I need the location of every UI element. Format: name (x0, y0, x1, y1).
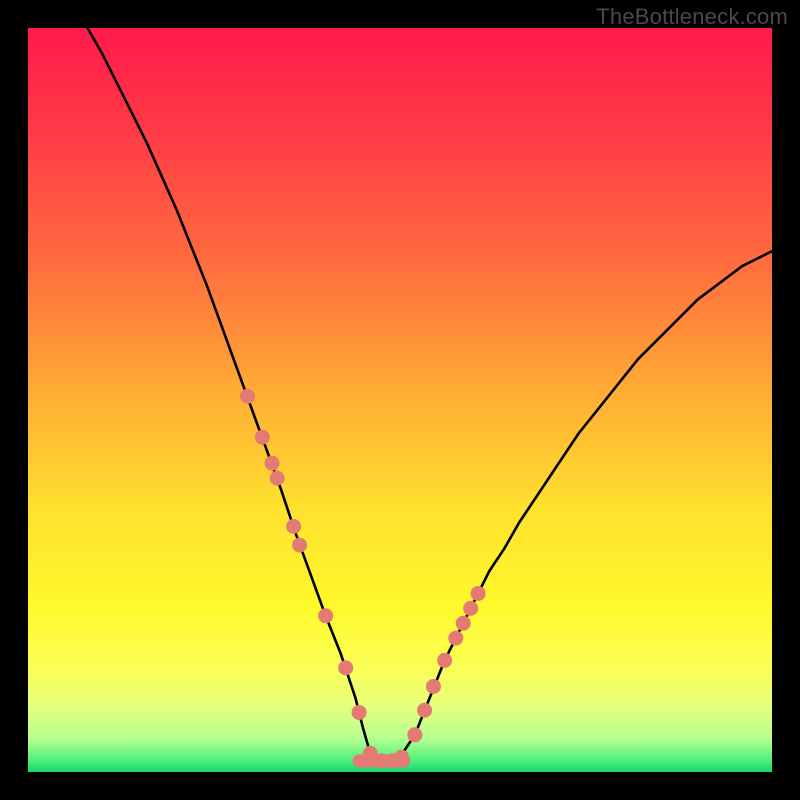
data-point-marker (426, 679, 441, 694)
data-point-marker (471, 586, 486, 601)
data-point-marker (265, 456, 280, 471)
data-point-marker (270, 471, 285, 486)
data-point-marker (417, 703, 432, 718)
data-point-marker (286, 519, 301, 534)
data-point-marker (463, 601, 478, 616)
data-point-marker (352, 705, 367, 720)
data-point-marker (407, 727, 422, 742)
data-point-marker (338, 660, 353, 675)
chart-frame: TheBottleneck.com (0, 0, 800, 800)
data-point-marker (456, 616, 471, 631)
data-point-marker (292, 538, 307, 553)
data-point-marker (394, 750, 409, 765)
chart-svg (28, 28, 772, 772)
data-point-marker (255, 430, 270, 445)
data-point-marker (318, 608, 333, 623)
gradient-background (28, 28, 772, 772)
data-point-marker (448, 631, 463, 646)
data-point-marker (437, 653, 452, 668)
data-point-marker (240, 389, 255, 404)
watermark-label: TheBottleneck.com (596, 4, 788, 30)
chart-area (28, 28, 772, 772)
